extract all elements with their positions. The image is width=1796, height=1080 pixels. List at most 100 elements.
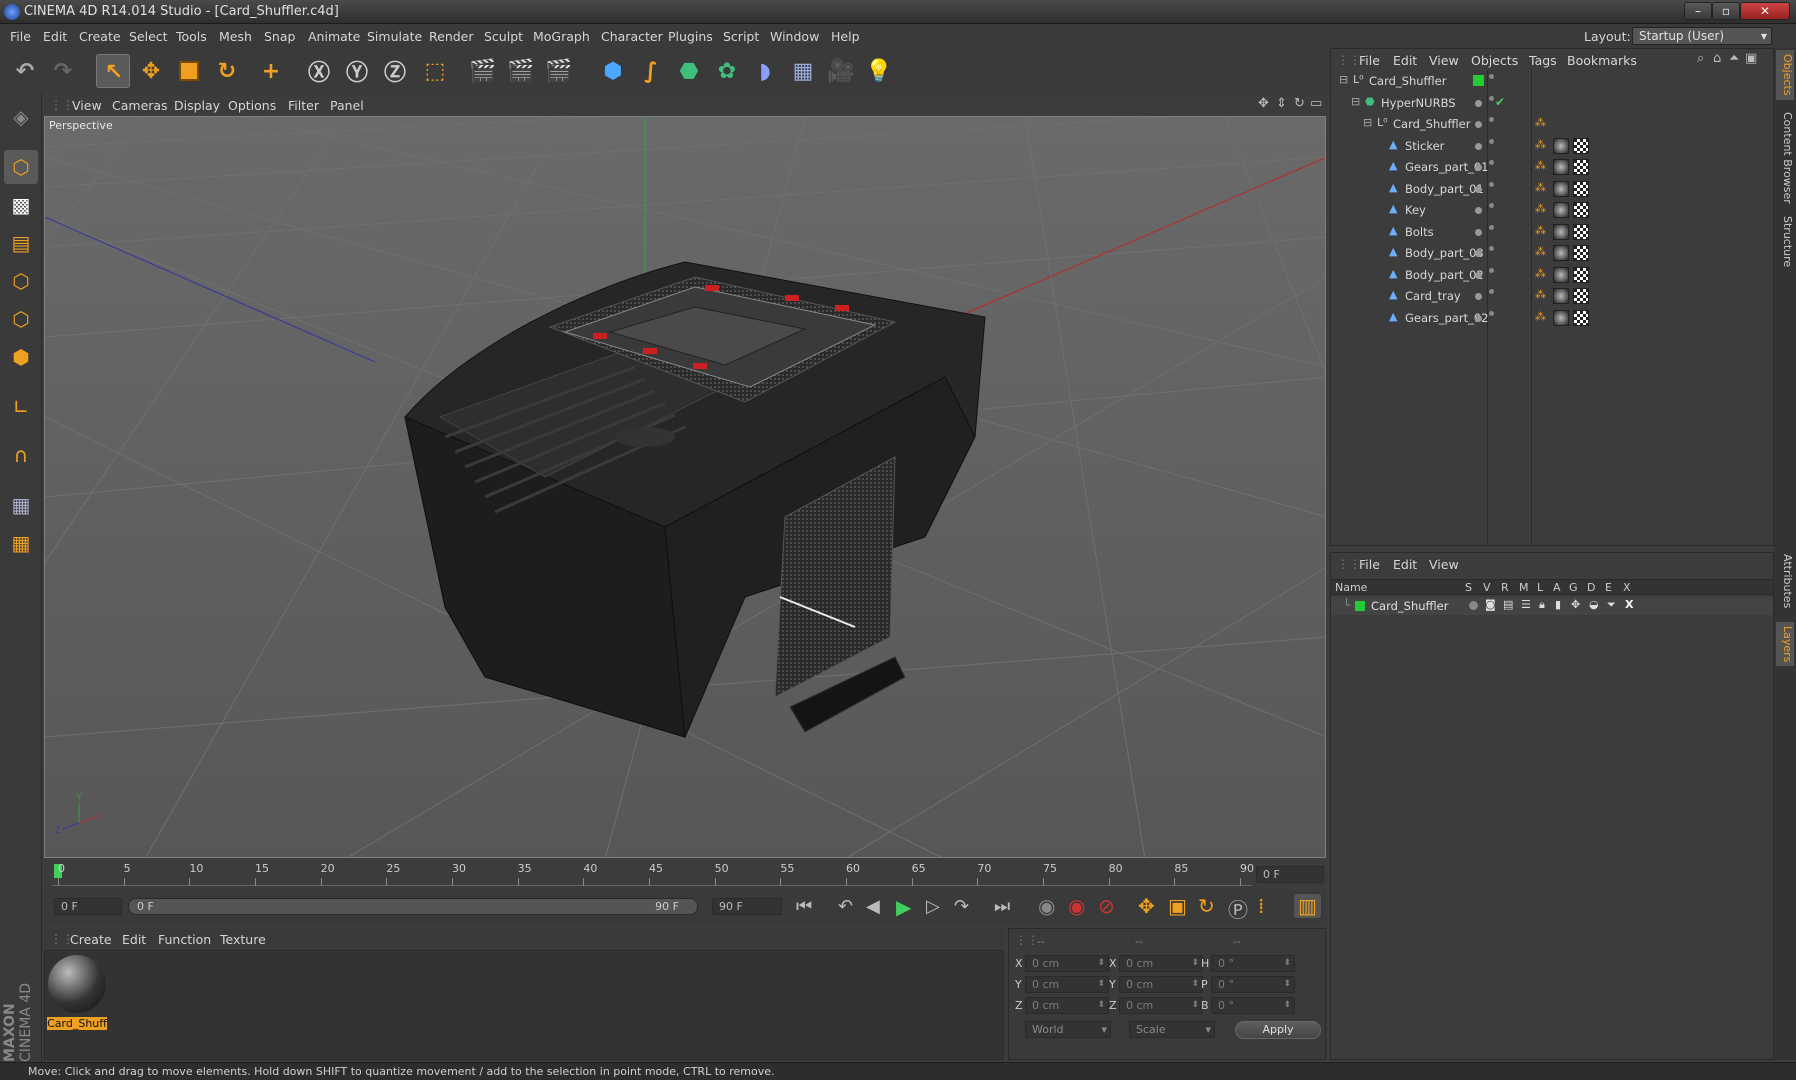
new-view-icon[interactable]: ▣ bbox=[1745, 51, 1757, 66]
make-editable-button[interactable]: ◈ bbox=[4, 100, 38, 134]
stepper-icon[interactable]: ⬍ bbox=[1097, 977, 1105, 992]
editor-visibility-icon[interactable] bbox=[1475, 142, 1482, 150]
material-menu-create[interactable]: Create bbox=[70, 932, 112, 947]
uvw-tag-icon[interactable] bbox=[1573, 288, 1589, 304]
layer-column-header[interactable]: L bbox=[1537, 581, 1543, 594]
viewport-menu-filter[interactable]: Filter bbox=[288, 98, 319, 113]
stepper-icon[interactable]: ⬍ bbox=[1097, 956, 1105, 971]
objects-menu-bookmarks[interactable]: Bookmarks bbox=[1567, 53, 1637, 68]
solo-toggle-icon[interactable] bbox=[1469, 601, 1478, 610]
autokey-button[interactable]: ◉ bbox=[1068, 894, 1085, 918]
add-spline-button[interactable]: ∫ bbox=[634, 54, 668, 88]
object-row[interactable]: ▲ Body_part_01 ⁂ bbox=[1331, 179, 1771, 200]
end-frame-field[interactable]: 90 F bbox=[712, 898, 782, 915]
play-button[interactable]: ▶ bbox=[896, 895, 911, 919]
material-tag-icon[interactable] bbox=[1553, 180, 1569, 197]
layer-column-header[interactable]: G bbox=[1569, 581, 1578, 594]
material-tag-icon[interactable] bbox=[1553, 245, 1569, 261]
layer-row[interactable]: └ Card_Shuffler ◙ ▤ ☰ 🔒︎ ▮ ✥ ◒ ⏷ X bbox=[1331, 597, 1773, 615]
menu-animate[interactable]: Animate bbox=[308, 29, 360, 44]
position-field[interactable]: 0 cm ⬍ bbox=[1025, 955, 1109, 972]
enable-axis-button[interactable]: ∟ bbox=[4, 390, 38, 424]
render-settings-button[interactable]: 🎬 bbox=[542, 54, 576, 88]
y-axis-lock-button[interactable]: Ⓨ bbox=[340, 54, 374, 88]
stepper-icon[interactable]: ⬍ bbox=[1191, 998, 1199, 1013]
expand-toggle-icon[interactable]: ⊟ bbox=[1339, 73, 1348, 86]
add-deformer-button[interactable]: ◗ bbox=[748, 54, 782, 88]
close-button[interactable]: ✕ bbox=[1740, 2, 1790, 20]
render-picture-viewer-button[interactable]: 🎬 bbox=[504, 54, 538, 88]
coordinate-space-dropdown[interactable]: World ▾ bbox=[1025, 1021, 1111, 1038]
render-visibility-icon[interactable] bbox=[1489, 224, 1494, 230]
material-tag-icon[interactable] bbox=[1553, 266, 1569, 283]
texture-mode-button[interactable]: ▩ bbox=[4, 188, 38, 222]
record-parameter-button[interactable]: Ⓟ bbox=[1228, 894, 1248, 923]
perspective-viewport[interactable]: Y X Z Perspective bbox=[44, 116, 1326, 858]
apply-button[interactable]: Apply bbox=[1235, 1021, 1321, 1039]
menu-plugins[interactable]: Plugins bbox=[668, 29, 713, 44]
editor-visibility-icon[interactable] bbox=[1475, 250, 1482, 257]
menu-edit[interactable]: Edit bbox=[43, 29, 67, 44]
phong-tag-icon[interactable]: ⁂ bbox=[1535, 116, 1546, 129]
render-visibility-icon[interactable] bbox=[1489, 117, 1494, 122]
stepper-icon[interactable]: ⬍ bbox=[1191, 977, 1199, 992]
redo-button[interactable]: ↷ bbox=[46, 54, 80, 88]
live-selection-button[interactable]: ↖ bbox=[96, 54, 130, 88]
position-field[interactable]: 0 cm ⬍ bbox=[1025, 976, 1109, 993]
menu-render[interactable]: Render bbox=[429, 29, 474, 44]
object-row[interactable]: ⊟ L⁰ Card_Shuffler bbox=[1331, 71, 1771, 92]
render-visibility-icon[interactable] bbox=[1489, 74, 1494, 79]
x-axis-lock-button[interactable]: Ⓧ bbox=[302, 54, 336, 88]
uvw-tag-icon[interactable] bbox=[1573, 309, 1589, 326]
objects-menu-objects[interactable]: Objects bbox=[1471, 53, 1518, 68]
minimize-button[interactable]: – bbox=[1684, 2, 1712, 20]
start-frame-field[interactable]: 0 F bbox=[54, 898, 122, 915]
menu-mesh[interactable]: Mesh bbox=[219, 29, 252, 44]
menu-tools[interactable]: Tools bbox=[176, 29, 207, 44]
render-visibility-icon[interactable] bbox=[1489, 310, 1494, 316]
step-forward-button[interactable]: ▷ bbox=[926, 896, 940, 917]
render-icon[interactable]: ▤ bbox=[1503, 598, 1513, 611]
layout-dropdown[interactable]: Startup (User) ▾ bbox=[1632, 27, 1772, 45]
editor-visibility-icon[interactable] bbox=[1475, 228, 1482, 236]
zoom-view-icon[interactable]: ⇕ bbox=[1276, 96, 1287, 111]
coordinate-system-button[interactable]: ⬚ bbox=[418, 54, 452, 88]
add-nurbs-button[interactable]: ⬣ bbox=[672, 54, 706, 88]
undo-button[interactable]: ↶ bbox=[8, 54, 42, 88]
home-icon[interactable]: ⌂ bbox=[1713, 51, 1721, 66]
phong-tag-icon[interactable]: ⁂ bbox=[1535, 267, 1546, 280]
deformers-icon[interactable]: ◒ bbox=[1589, 598, 1599, 611]
layer-color-swatch[interactable] bbox=[1355, 601, 1365, 611]
menu-file[interactable]: File bbox=[10, 29, 31, 44]
menu-sculpt[interactable]: Sculpt bbox=[484, 29, 523, 44]
uvw-tag-icon[interactable] bbox=[1573, 202, 1589, 218]
rotate-view-icon[interactable]: ↻ bbox=[1294, 96, 1305, 111]
objects-menu-edit[interactable]: Edit bbox=[1393, 53, 1417, 68]
menu-snap[interactable]: Snap bbox=[264, 29, 295, 44]
record-point-level-button[interactable]: ⁞ bbox=[1258, 894, 1264, 918]
layer-column-header[interactable]: R bbox=[1501, 581, 1509, 594]
next-key-button[interactable]: ↷ bbox=[954, 896, 969, 917]
menu-window[interactable]: Window bbox=[770, 29, 819, 44]
record-rotation-button[interactable]: ↻ bbox=[1198, 894, 1215, 918]
add-camera-button[interactable]: 🎥 bbox=[824, 54, 858, 88]
size-field[interactable]: 0 cm ⬍ bbox=[1119, 997, 1203, 1014]
uvw-tag-icon[interactable] bbox=[1573, 223, 1589, 240]
menu-script[interactable]: Script bbox=[723, 29, 759, 44]
pan-view-icon[interactable]: ✥ bbox=[1258, 96, 1269, 111]
go-to-start-button[interactable]: ⏮ bbox=[796, 896, 812, 917]
enabled-check-icon[interactable]: ✔ bbox=[1495, 95, 1505, 109]
manager-icon[interactable]: ☰ bbox=[1521, 598, 1531, 611]
phong-tag-icon[interactable]: ⁂ bbox=[1535, 224, 1546, 237]
preview-range-slider[interactable]: 0 F 90 F bbox=[128, 898, 698, 915]
current-frame-field[interactable]: 0 F bbox=[1256, 866, 1324, 883]
stepper-icon[interactable]: ⬍ bbox=[1191, 956, 1199, 971]
object-row[interactable]: ⊟ ⬣ HyperNURBS ✔ bbox=[1331, 93, 1771, 114]
render-visibility-icon[interactable] bbox=[1489, 246, 1494, 251]
add-cube-button[interactable]: ⬢ bbox=[596, 54, 630, 88]
object-row[interactable]: ▲ Bolts ⁂ bbox=[1331, 222, 1771, 243]
object-row[interactable]: ▲ Gears_part_01 ⁂ bbox=[1331, 157, 1771, 178]
layer-column-header[interactable]: D bbox=[1587, 581, 1595, 594]
object-row[interactable]: ▲ Body_part_03 ⁂ bbox=[1331, 243, 1771, 264]
render-visibility-icon[interactable] bbox=[1489, 289, 1494, 294]
